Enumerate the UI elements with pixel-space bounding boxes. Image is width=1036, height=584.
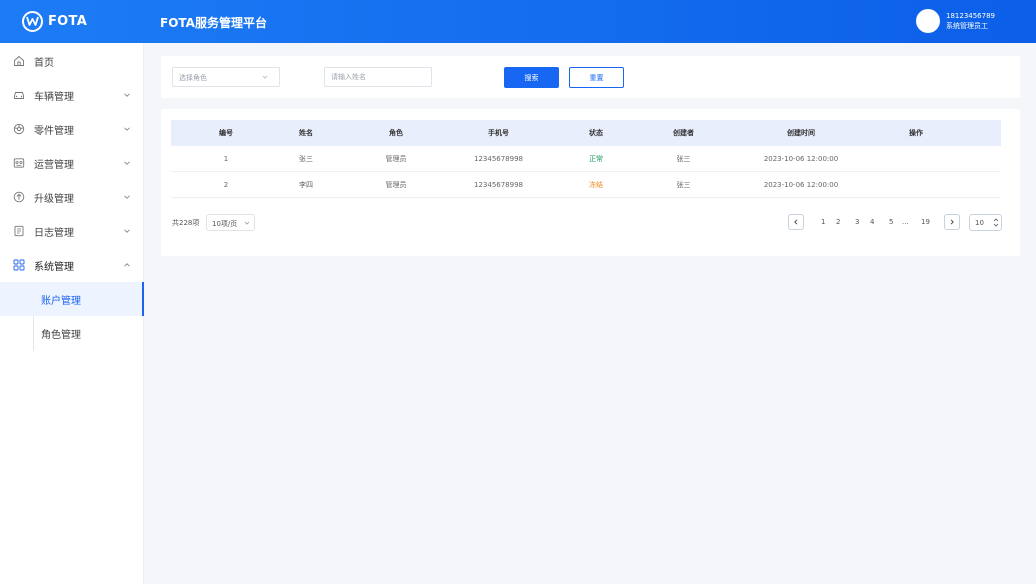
cell-created-time: 2023-10-06 12:00:00 — [763, 181, 839, 189]
column-header: 创建时间 — [787, 129, 815, 137]
column-header: 状态 — [589, 129, 603, 137]
page-jump-stepper[interactable]: 10 — [969, 214, 1002, 231]
cell-name: 李四 — [299, 181, 313, 189]
filter-panel: 选择角色 搜索 重置 — [161, 56, 1020, 98]
chevron-up-icon — [124, 263, 130, 267]
user-role: 系统管理员工 — [946, 22, 988, 30]
sidebar-item-label: 升级管理 — [34, 194, 74, 205]
cell-actions[interactable] — [876, 172, 956, 198]
page-number[interactable]: 1 — [821, 218, 825, 226]
sidebar-item-home[interactable]: 首页 — [0, 44, 144, 78]
cell-phone: 12345678998 — [474, 181, 523, 189]
spinner-arrows-icon[interactable] — [992, 217, 1000, 228]
cell-actions[interactable] — [876, 146, 956, 172]
column-header: 创建者 — [673, 129, 694, 137]
role-select[interactable]: 选择角色 — [172, 67, 280, 87]
user-phone: 18123456789 — [946, 12, 995, 20]
operation-icon — [13, 158, 25, 168]
sidebar-item-label: 车辆管理 — [34, 92, 74, 103]
logo[interactable]: FOTA — [22, 10, 87, 32]
part-icon — [13, 123, 25, 135]
column-header: 操作 — [909, 129, 923, 137]
top-bar: FOTA FOTA服务管理平台 18123456789 系统管理员工 — [0, 0, 1036, 43]
cell-status: 冻结 — [589, 181, 603, 189]
sidebar-subitem-role[interactable]: 角色管理 — [0, 316, 144, 350]
grid-icon — [13, 259, 25, 271]
page-number[interactable]: 2 — [836, 218, 840, 226]
sidebar-item-operation[interactable]: 运营管理 — [0, 146, 144, 180]
upgrade-icon — [13, 191, 25, 203]
table-row[interactable]: 1 张三 管理员 12345678998 正常 张三 2023-10-06 12… — [171, 146, 1001, 172]
column-header: 姓名 — [299, 129, 313, 137]
page-ellipsis: ... — [902, 218, 909, 226]
page-jump-value: 10 — [975, 219, 984, 227]
sidebar-subitem-account[interactable]: 账户管理 — [0, 282, 144, 316]
name-search-input[interactable] — [324, 67, 432, 87]
chevron-down-icon — [262, 75, 268, 79]
next-page-button[interactable] — [944, 214, 960, 230]
chevron-down-icon — [124, 93, 130, 97]
page-number[interactable]: 5 — [889, 218, 893, 226]
cell-creator: 张三 — [676, 181, 691, 189]
logo-mark-icon — [22, 10, 43, 32]
sidebar-item-upgrade[interactable]: 升级管理 — [0, 180, 144, 214]
cell-status: 正常 — [589, 155, 603, 163]
chevron-down-icon — [124, 161, 130, 165]
sidebar-item-system[interactable]: 系统管理 — [0, 248, 144, 282]
sidebar: 首页 车辆管理 零件管理 运营管理 升级管理 日志管理 系统管理 账户管理 角色… — [0, 43, 144, 584]
cell-id: 1 — [223, 155, 229, 163]
table-header: 编号 姓名 角色 手机号 状态 创建者 创建时间 操作 — [171, 120, 1001, 146]
sidebar-subitem-label: 角色管理 — [41, 330, 81, 341]
cell-id: 2 — [223, 181, 229, 189]
chevron-down-icon — [124, 229, 130, 233]
chevron-down-icon — [244, 221, 250, 225]
page-number[interactable]: 19 — [921, 218, 930, 226]
logo-text: FOTA — [48, 13, 88, 29]
page-number[interactable]: 3 — [855, 218, 859, 226]
table-row[interactable]: 2 李四 管理员 12345678998 冻结 张三 2023-10-06 12… — [171, 172, 1001, 198]
role-select-placeholder: 选择角色 — [179, 74, 207, 82]
user-menu[interactable]: 18123456789 系统管理员工 — [916, 9, 995, 33]
page-number[interactable]: 4 — [870, 218, 874, 226]
avatar[interactable] — [916, 9, 940, 33]
sidebar-item-log[interactable]: 日志管理 — [0, 214, 144, 248]
cell-role: 管理员 — [385, 181, 407, 189]
user-info: 18123456789 系统管理员工 — [946, 11, 995, 31]
chevron-right-icon — [950, 219, 954, 225]
sidebar-item-parts[interactable]: 零件管理 — [0, 112, 144, 146]
cell-creator: 张三 — [676, 155, 691, 163]
sidebar-item-label: 日志管理 — [34, 228, 74, 239]
chevron-down-icon — [124, 195, 130, 199]
page-size-value: 10项/页 — [212, 220, 238, 228]
chevron-down-icon — [124, 127, 130, 131]
column-header: 手机号 — [488, 129, 509, 137]
sidebar-item-label: 零件管理 — [34, 126, 74, 137]
app-title: FOTA服务管理平台 — [160, 16, 267, 30]
column-header: 角色 — [389, 129, 403, 137]
sidebar-item-label: 首页 — [34, 58, 54, 69]
search-button[interactable]: 搜索 — [504, 67, 559, 88]
column-header: 编号 — [219, 129, 233, 137]
account-table-panel: 编号 姓名 角色 手机号 状态 创建者 创建时间 操作 1 张三 管理员 123… — [161, 109, 1020, 256]
prev-page-button[interactable] — [788, 214, 804, 230]
log-icon — [14, 225, 24, 237]
home-icon — [14, 55, 24, 66]
page-size-select[interactable]: 10项/页 — [206, 214, 255, 231]
reset-button[interactable]: 重置 — [569, 67, 624, 88]
sidebar-item-label: 运营管理 — [34, 160, 74, 171]
sidebar-item-vehicle[interactable]: 车辆管理 — [0, 78, 144, 112]
cell-role: 管理员 — [385, 155, 407, 163]
car-icon — [14, 92, 24, 99]
cell-created-time: 2023-10-06 12:00:00 — [763, 155, 839, 163]
total-count: 共228项 — [172, 219, 200, 227]
sidebar-subitem-label: 账户管理 — [41, 296, 81, 307]
chevron-left-icon — [794, 219, 798, 225]
sidebar-item-label: 系统管理 — [34, 262, 74, 273]
cell-phone: 12345678998 — [474, 155, 523, 163]
cell-name: 张三 — [299, 155, 313, 163]
